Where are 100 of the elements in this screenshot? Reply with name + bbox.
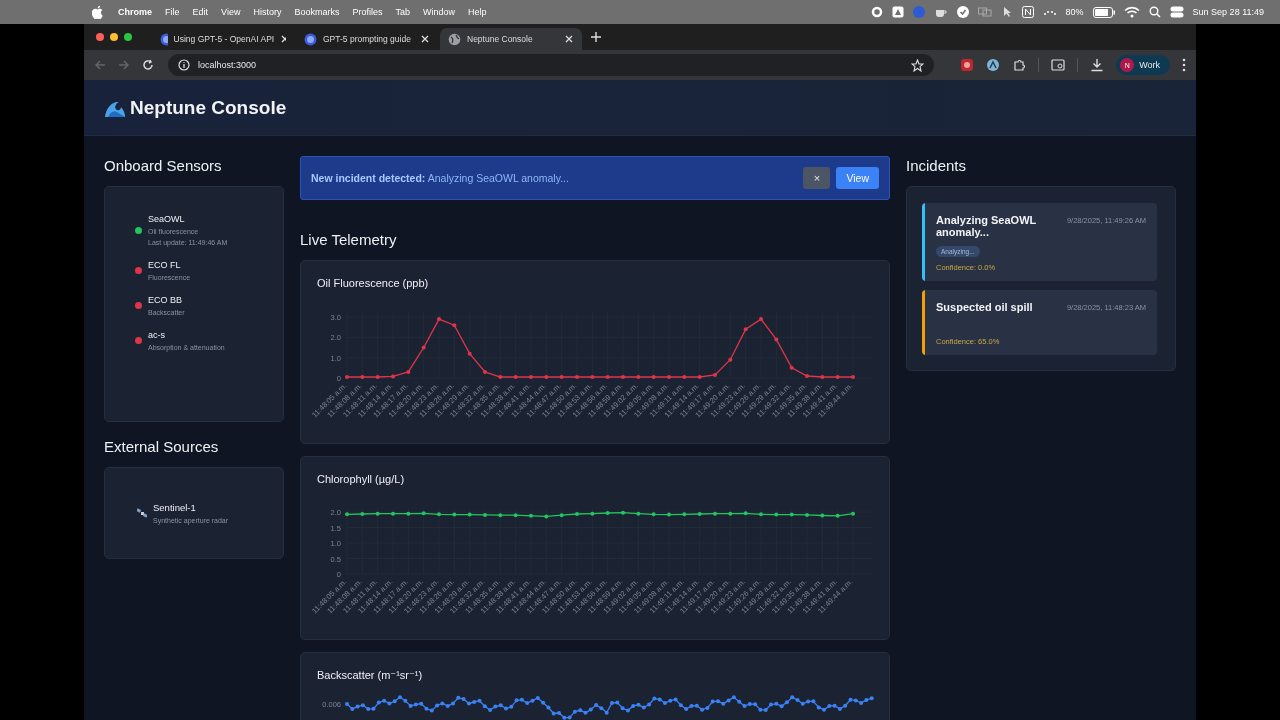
data-point	[835, 375, 840, 379]
data-point	[605, 511, 610, 515]
menu-item[interactable]: Tab	[395, 7, 410, 17]
check-icon[interactable]	[956, 6, 969, 18]
data-point	[513, 513, 518, 518]
data-point	[682, 375, 687, 379]
puzzle-icon[interactable]	[1012, 58, 1027, 72]
data-point	[789, 512, 794, 517]
data-point	[682, 512, 687, 517]
data-point	[590, 511, 595, 516]
data-point	[544, 514, 549, 519]
chart-title: Oil Fluorescence (ppb)	[317, 277, 430, 289]
control-center-icon[interactable]	[1169, 6, 1184, 18]
maximize-window-button[interactable]	[124, 33, 132, 41]
banner-message: New incident detected: Analyzing SeaOWL anomaly...	[311, 172, 570, 184]
data-point	[452, 323, 457, 328]
menu-item[interactable]: Edit	[192, 7, 209, 17]
minimize-window-button[interactable]	[110, 33, 118, 41]
data-point	[360, 375, 365, 379]
data-point	[498, 375, 503, 379]
data-point	[544, 375, 549, 379]
menu-item[interactable]: File	[165, 7, 180, 17]
chart-title: Backscatter (m⁻¹sr⁻¹)	[317, 669, 424, 682]
data-point	[851, 511, 855, 516]
extension-icon[interactable]	[960, 58, 975, 72]
browser-tab[interactable]: GPT-5 prompting guide	[296, 28, 438, 50]
data-point	[621, 375, 625, 379]
browser-tab[interactable]: Using GPT-5 - OpenAI API	[152, 28, 294, 50]
data-point	[743, 327, 748, 332]
browser-tab[interactable]: Neptune Console	[440, 28, 582, 50]
menu-item[interactable]: Window	[422, 7, 455, 17]
section-heading: Incidents	[906, 156, 968, 176]
search-icon[interactable]	[1148, 6, 1161, 18]
data-point	[820, 513, 825, 518]
data-point	[743, 511, 748, 516]
data-point	[375, 511, 380, 516]
data-point	[375, 375, 380, 379]
new-tab-icon[interactable]	[590, 31, 602, 43]
data-point	[621, 510, 625, 515]
star-icon[interactable]	[911, 58, 925, 72]
close-icon[interactable]	[420, 34, 430, 44]
apple-icon[interactable]	[92, 5, 104, 19]
data-point	[483, 512, 487, 517]
data-point	[820, 375, 825, 379]
data-point	[667, 512, 671, 517]
menu-item[interactable]: Bookmarks	[294, 7, 340, 17]
dismiss-button[interactable]: ×	[803, 167, 831, 189]
data-point	[437, 317, 441, 322]
data-point	[559, 375, 564, 379]
satellite-icon	[137, 508, 147, 518]
data-point	[759, 317, 763, 322]
data-point	[345, 375, 349, 379]
data-point	[590, 375, 595, 379]
data-point	[345, 512, 349, 517]
data-point	[728, 511, 733, 516]
data-point	[513, 375, 518, 379]
app-menu[interactable]: Chrome	[118, 7, 152, 17]
battery-icon[interactable]	[1092, 6, 1115, 18]
data-point	[667, 375, 671, 379]
more-icon[interactable]	[1182, 58, 1186, 72]
close-window-button[interactable]	[96, 33, 104, 41]
sensor-name: ECO BB	[148, 295, 183, 305]
data-point	[759, 512, 763, 517]
data-point	[437, 512, 441, 517]
address-bar[interactable]: localhost:3000	[168, 54, 935, 76]
data-point	[406, 511, 411, 516]
data-point	[651, 375, 656, 379]
menu-item[interactable]: Help	[468, 7, 487, 17]
data-point	[559, 513, 564, 518]
menu-item[interactable]: History	[253, 7, 282, 17]
data-point	[713, 372, 717, 377]
data-point	[636, 375, 641, 379]
data-point	[728, 357, 733, 362]
menu-item[interactable]: View	[221, 7, 241, 17]
download-icon[interactable]	[1090, 58, 1105, 72]
menu-item[interactable]: Profiles	[352, 7, 383, 17]
data-point	[697, 511, 702, 516]
wifi-icon[interactable]	[1123, 6, 1140, 18]
close-icon[interactable]	[280, 34, 286, 44]
data-point	[391, 374, 395, 379]
data-point	[498, 513, 503, 518]
record-icon[interactable]	[870, 6, 883, 18]
data-point	[575, 375, 579, 379]
data-point	[421, 345, 426, 350]
reload-icon[interactable]	[142, 59, 154, 71]
triangle-icon[interactable]	[891, 6, 904, 18]
data-point	[360, 511, 365, 516]
tab-search-icon[interactable]	[1051, 58, 1066, 72]
data-point	[805, 512, 809, 517]
view-button[interactable]: View	[836, 167, 879, 189]
data-point	[391, 511, 395, 516]
info-icon[interactable]	[178, 59, 190, 71]
notes-icon[interactable]	[1021, 6, 1034, 18]
extension-icon[interactable]	[986, 58, 1001, 72]
close-icon[interactable]	[564, 34, 574, 44]
data-point	[805, 373, 809, 378]
incident-title: Suspected oil spill	[936, 301, 1034, 313]
data-point	[452, 512, 457, 517]
favicon-icon	[160, 32, 168, 46]
data-point	[529, 513, 533, 518]
